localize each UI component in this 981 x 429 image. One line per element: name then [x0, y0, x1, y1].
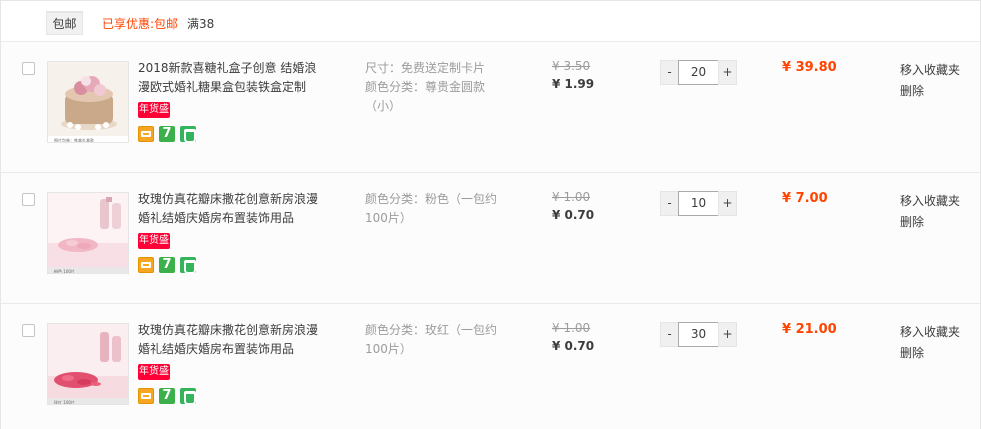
free-shipping-tag[interactable]: 包邮	[46, 11, 83, 35]
item-operations: 移入收藏夹 删除	[900, 322, 960, 364]
image-caption: 粉色 100片	[54, 268, 75, 274]
decrease-button[interactable]: -	[660, 60, 679, 85]
original-price: ¥ 1.00	[552, 190, 591, 204]
promo-enjoyed: 已享优惠:包邮	[102, 15, 178, 32]
item-checkbox[interactable]	[22, 62, 35, 75]
seven-day-return-icon[interactable]: 7	[159, 126, 175, 142]
item-title-link[interactable]: 玫瑰仿真花瓣床撒花创意新房浪漫婚礼结婚庆婚房布置装饰用品	[138, 190, 326, 228]
move-to-favorites-link[interactable]: 移入收藏夹	[900, 60, 960, 81]
cart-item-row: 图片包装：铁盒礼盒款 2018新款喜糖礼盒子创意 结婚浪漫欧式婚礼糖果盒包装铁盒…	[1, 41, 981, 172]
sku-color: 颜色分类：尊贵金圆款（小）	[365, 80, 486, 113]
seven-day-return-icon[interactable]: 7	[159, 257, 175, 273]
item-subtotal: ¥ 7.00	[782, 191, 828, 206]
item-checkbox[interactable]	[22, 324, 35, 337]
quantity-input[interactable]: 20	[678, 60, 719, 85]
guarantee-icon[interactable]	[180, 388, 196, 405]
original-price: ¥ 3.50	[552, 59, 591, 73]
delete-link[interactable]: 删除	[900, 212, 960, 233]
increase-button[interactable]: +	[718, 191, 737, 216]
promo-threshold: 满38	[187, 17, 215, 31]
quantity-input[interactable]: 10	[678, 191, 719, 216]
card-payment-icon[interactable]	[138, 126, 154, 142]
card-payment-icon[interactable]	[138, 388, 154, 404]
promo-enjoyed-label: 已享优惠:	[102, 17, 155, 31]
item-sku: 尺寸：免费送定制卡片 颜色分类：尊贵金圆款（小）	[365, 59, 505, 116]
current-price: ¥ 0.70	[552, 339, 595, 353]
current-price: ¥ 1.99	[552, 77, 595, 91]
cart-item-row: 玫红 100片 玫瑰仿真花瓣床撒花创意新房浪漫婚礼结婚庆婚房布置装饰用品 年货盛…	[1, 303, 981, 429]
card-payment-icon[interactable]	[138, 257, 154, 273]
cart-shop-section: 包邮 已享优惠:包邮 满38 图片包装：铁盒礼盒款 2018新款喜糖礼盒子创意	[0, 0, 981, 429]
move-to-favorites-link[interactable]: 移入收藏夹	[900, 322, 960, 343]
sku-color: 颜色分类：粉色（一包约100片）	[365, 192, 498, 225]
red-petals-photo: 玫红 100片	[48, 324, 128, 405]
item-title-link[interactable]: 2018新款喜糖礼盒子创意 结婚浪漫欧式婚礼糖果盒包装铁盒定制	[138, 59, 326, 97]
item-checkbox[interactable]	[22, 193, 35, 206]
candy-box-photo: 图片包装：铁盒礼盒款	[48, 62, 128, 143]
item-image[interactable]: 图片包装：铁盒礼盒款	[47, 61, 129, 143]
item-title-link[interactable]: 玫瑰仿真花瓣床撒花创意新房浪漫婚礼结婚庆婚房布置装饰用品	[138, 321, 326, 359]
cart-item-row: 粉色 100片 玫瑰仿真花瓣床撒花创意新房浪漫婚礼结婚庆婚房布置装饰用品 年货盛…	[1, 172, 981, 303]
nian-huo-badge: 年货盛典	[138, 233, 170, 262]
item-image[interactable]: 粉色 100片	[47, 192, 129, 274]
item-sku: 颜色分类：玫红（一包约100片）	[365, 321, 505, 359]
decrease-button[interactable]: -	[660, 322, 679, 347]
original-price: ¥ 1.00	[552, 321, 591, 335]
nian-huo-badge: 年货盛典	[138, 364, 170, 393]
item-subtotal: ¥ 39.80	[782, 60, 837, 75]
seven-day-return-icon[interactable]: 7	[159, 388, 175, 404]
sku-color: 颜色分类：玫红（一包约100片）	[365, 323, 498, 356]
move-to-favorites-link[interactable]: 移入收藏夹	[900, 191, 960, 212]
guarantee-icon[interactable]	[180, 126, 196, 143]
promo-bar: 包邮 已享优惠:包邮 满38	[1, 1, 981, 41]
image-caption: 玫红 100片	[54, 399, 75, 405]
item-subtotal: ¥ 21.00	[782, 322, 837, 337]
quantity-input[interactable]: 30	[678, 322, 719, 347]
image-caption: 图片包装：铁盒礼盒款	[54, 137, 94, 143]
item-image[interactable]: 玫红 100片	[47, 323, 129, 405]
delete-link[interactable]: 删除	[900, 81, 960, 102]
increase-button[interactable]: +	[718, 60, 737, 85]
pink-petals-photo: 粉色 100片	[48, 193, 128, 274]
current-price: ¥ 0.70	[552, 208, 595, 222]
item-operations: 移入收藏夹 删除	[900, 60, 960, 102]
increase-button[interactable]: +	[718, 322, 737, 347]
delete-link[interactable]: 删除	[900, 343, 960, 364]
item-sku: 颜色分类：粉色（一包约100片）	[365, 190, 505, 228]
guarantee-icon[interactable]	[180, 257, 196, 274]
promo-enjoyed-value: 包邮	[154, 17, 179, 31]
sku-size: 尺寸：免费送定制卡片	[365, 61, 486, 75]
item-operations: 移入收藏夹 删除	[900, 191, 960, 233]
nian-huo-badge: 年货盛典	[138, 102, 170, 131]
decrease-button[interactable]: -	[660, 191, 679, 216]
